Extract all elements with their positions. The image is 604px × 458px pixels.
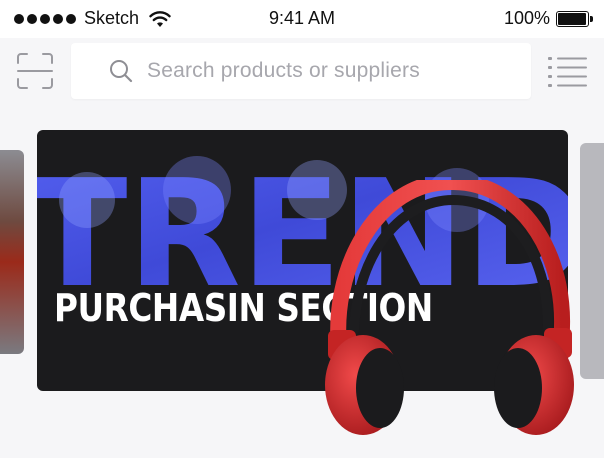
carousel-prev-card[interactable] (0, 150, 24, 354)
carousel-next-card[interactable] (580, 143, 604, 379)
status-bar: Sketch 9:41 AM 100% (0, 0, 604, 38)
list-menu-icon[interactable] (548, 55, 588, 87)
search-bar[interactable]: Search products or suppliers (71, 43, 531, 99)
scan-icon[interactable] (16, 52, 54, 90)
battery-percent: 100% (503, 8, 550, 28)
search-icon (110, 60, 133, 83)
status-right: 100% (503, 8, 593, 29)
battery-icon (556, 10, 593, 27)
headphones-image (325, 180, 574, 435)
top-navigation: Search products or suppliers (0, 38, 604, 110)
search-placeholder: Search products or suppliers (147, 59, 420, 82)
